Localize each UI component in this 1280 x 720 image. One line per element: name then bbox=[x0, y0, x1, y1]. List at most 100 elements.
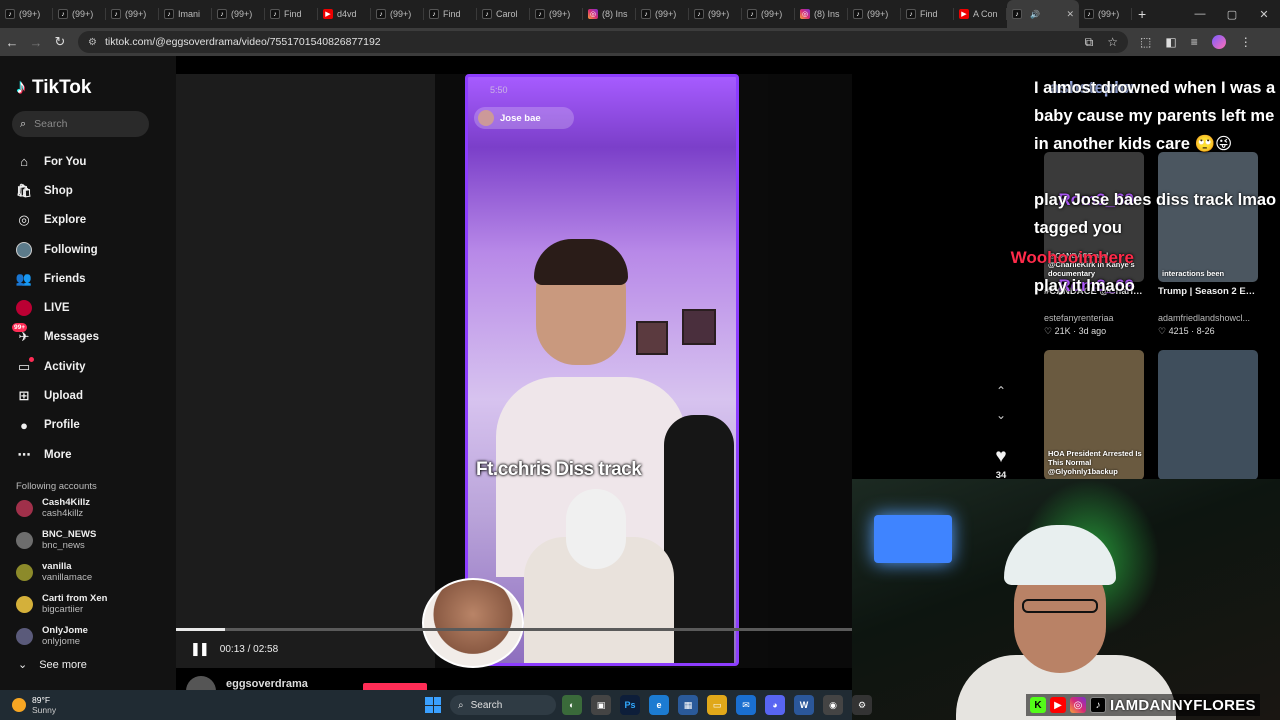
browser-tab[interactable]: ♪ (99+) bbox=[848, 0, 901, 28]
browser-tab[interactable]: ♪ Imani bbox=[159, 0, 212, 28]
nav-item-for-you[interactable]: ⌂ For You bbox=[12, 147, 176, 176]
tiktok-logo[interactable]: ♪ TikTok bbox=[16, 76, 176, 99]
browser-tab[interactable]: ♪ Find bbox=[901, 0, 954, 28]
minimize-icon[interactable]: — bbox=[1184, 8, 1216, 21]
settings-icon[interactable]: ⚙ bbox=[852, 695, 872, 715]
windows-start-icon[interactable] bbox=[425, 697, 441, 713]
browser-tab[interactable]: ♪ Find bbox=[265, 0, 318, 28]
browser-tab[interactable]: ▶ A Con bbox=[954, 0, 1007, 28]
recommended-video-card[interactable] bbox=[1158, 350, 1258, 480]
following-account[interactable]: vanilla vanillamace bbox=[12, 556, 176, 588]
chrome-icon[interactable]: ◉ bbox=[823, 695, 843, 715]
browser-tab[interactable]: ♪ (99+) bbox=[106, 0, 159, 28]
close-tab-icon[interactable]: ✕ bbox=[1066, 9, 1074, 20]
browser-tab[interactable]: ▶ d4vd bbox=[318, 0, 371, 28]
close-window-icon[interactable]: ✕ bbox=[1248, 8, 1280, 21]
weather-widget[interactable]: 89°F Sunny bbox=[0, 695, 56, 715]
see-more-button[interactable]: ⌄ See more bbox=[12, 658, 176, 672]
maximize-icon[interactable]: ▢ bbox=[1216, 8, 1248, 21]
address-bar[interactable]: ⚙ tiktok.com/@eggsoverdrama/video/755170… bbox=[78, 31, 1128, 53]
video-backdrop-left bbox=[176, 74, 435, 668]
nav-item-activity[interactable]: ▭ Activity bbox=[12, 352, 176, 381]
tab-label: (99+) bbox=[72, 9, 94, 19]
recommended-video-card[interactable]: interactions been Trump | Season 2 Episod… bbox=[1158, 152, 1258, 337]
browser-tab[interactable]: ♪ (99+) bbox=[689, 0, 742, 28]
search-input[interactable]: ⌕ Search bbox=[12, 111, 149, 137]
video-thumbnail[interactable]: @CANDACE and @CharlieKirk in Kanye's doc… bbox=[1044, 152, 1144, 282]
nav-item-explore[interactable]: ◎ Explore bbox=[12, 206, 176, 235]
video-thumbnail[interactable]: interactions been bbox=[1158, 152, 1258, 282]
video-progress-bar[interactable] bbox=[176, 628, 852, 631]
browser-tab[interactable]: ♪ 🔊 ✕ bbox=[1007, 0, 1079, 28]
back-icon[interactable]: ← bbox=[0, 35, 24, 50]
pause-icon[interactable]: ❚❚ bbox=[190, 641, 210, 657]
browser-tab[interactable]: ♪ Carol bbox=[477, 0, 530, 28]
tab-label: Find bbox=[284, 9, 302, 19]
split-view-icon[interactable]: ◧ bbox=[1165, 35, 1176, 49]
following-account[interactable]: Cash4Killz cash4killz bbox=[12, 492, 176, 524]
following-account[interactable]: BNC_NEWS bnc_news bbox=[12, 524, 176, 556]
video-title[interactable]: #CANDACE @Charlie Kirk I'm... bbox=[1044, 286, 1144, 310]
author-name[interactable]: eggsoverdrama bbox=[226, 678, 308, 690]
nav-item-messages[interactable]: ✈ 99+ Messages bbox=[12, 323, 176, 352]
recommended-video-card[interactable]: @CANDACE and @CharlieKirk in Kanye's doc… bbox=[1044, 152, 1144, 337]
browser-tab[interactable]: ◎ (8) Ins bbox=[583, 0, 636, 28]
browser-tab[interactable]: ♪ (99+) bbox=[0, 0, 53, 28]
site-info-icon[interactable]: ⚙ bbox=[88, 37, 97, 48]
video-author[interactable]: adamfriedlandshowcl... bbox=[1158, 313, 1258, 323]
mail-icon[interactable]: ✉ bbox=[736, 695, 756, 715]
video-author[interactable]: estefanyrenteriaa bbox=[1044, 313, 1144, 323]
edge-icon[interactable]: e bbox=[649, 695, 669, 715]
new-tab-icon[interactable]: + bbox=[1138, 6, 1146, 22]
audio-playing-icon[interactable]: 🔊 bbox=[1030, 10, 1040, 19]
task-view-icon[interactable]: ▣ bbox=[591, 695, 611, 715]
browser-tab[interactable]: ◎ (8) Ins bbox=[795, 0, 848, 28]
following-account[interactable]: Carti from Xen bigcartiier bbox=[12, 588, 176, 620]
nav-item-profile[interactable]: ● Profile bbox=[12, 411, 176, 440]
widgets-icon[interactable]: ◐ bbox=[562, 695, 582, 715]
heart-icon[interactable]: ♥ bbox=[995, 446, 1006, 468]
profile-avatar-icon[interactable] bbox=[1211, 35, 1226, 49]
install-app-icon[interactable]: ⧉ bbox=[1085, 35, 1094, 50]
taskbar-search[interactable]: ⌕ Search bbox=[450, 695, 556, 715]
extensions-icon[interactable]: ⬚ bbox=[1140, 35, 1151, 49]
word-icon[interactable]: W bbox=[794, 695, 814, 715]
store-icon[interactable]: ▦ bbox=[678, 695, 698, 715]
video-player[interactable]: 5:50 Jose bae Ft.cchris Diss track bbox=[176, 74, 852, 668]
browser-tab[interactable]: ♪ (99+) bbox=[742, 0, 795, 28]
nav-item-following[interactable]: Following bbox=[12, 235, 176, 264]
discord-icon[interactable]: ◕ bbox=[765, 695, 785, 715]
recommended-video-card[interactable]: HOA President Arrested Is This Normal @G… bbox=[1044, 350, 1144, 480]
browser-tab[interactable]: ♪ (99+) bbox=[530, 0, 583, 28]
tiktok-icon: ♪ bbox=[376, 9, 386, 19]
nav-item-more[interactable]: ⋯ More bbox=[12, 440, 176, 469]
nav-item-friends[interactable]: 👥 Friends bbox=[12, 264, 176, 293]
browser-tab[interactable]: ♪ (99+) bbox=[212, 0, 265, 28]
browser-tab[interactable]: ♪ (99+) bbox=[1079, 0, 1132, 28]
file-explorer-icon[interactable]: ▭ bbox=[707, 695, 727, 715]
chevron-down-icon[interactable]: ⌄ bbox=[996, 408, 1006, 422]
phone-status-time: 5:50 bbox=[490, 85, 508, 95]
browser-tab[interactable]: ♪ (99+) bbox=[636, 0, 689, 28]
post-age: 8-26 bbox=[1196, 326, 1215, 336]
wall-picture bbox=[682, 309, 716, 345]
video-meta: ♡ 21K · 3d ago bbox=[1044, 326, 1144, 337]
video-thumbnail[interactable]: HOA President Arrested Is This Normal @G… bbox=[1044, 350, 1144, 480]
nav-item-live[interactable]: LIVE bbox=[12, 293, 176, 322]
reload-icon[interactable]: ↻ bbox=[48, 34, 72, 50]
browser-tab[interactable]: ♪ Find bbox=[424, 0, 477, 28]
menu-kebab-icon[interactable]: ⋮ bbox=[1240, 35, 1252, 49]
following-account[interactable]: OnlyJome onlyjome bbox=[12, 620, 176, 652]
forward-icon[interactable]: → bbox=[24, 35, 48, 50]
video-thumbnail[interactable] bbox=[1158, 350, 1258, 480]
nav-item-shop[interactable]: 🛍 Shop bbox=[12, 176, 176, 205]
photoshop-icon[interactable]: Ps bbox=[620, 695, 640, 715]
search-icon: ⌕ bbox=[458, 699, 464, 711]
browser-tab[interactable]: ♪ (99+) bbox=[53, 0, 106, 28]
chevron-up-icon[interactable]: ⌃ bbox=[996, 384, 1006, 398]
video-title[interactable]: Trump | Season 2 Episode 10 | Ritchie... bbox=[1158, 286, 1258, 310]
nav-item-upload[interactable]: ⊞ Upload bbox=[12, 381, 176, 410]
bookmark-star-icon[interactable]: ☆ bbox=[1107, 35, 1118, 50]
media-controls-icon[interactable]: ≡ bbox=[1191, 35, 1198, 49]
browser-tab[interactable]: ♪ (99+) bbox=[371, 0, 424, 28]
